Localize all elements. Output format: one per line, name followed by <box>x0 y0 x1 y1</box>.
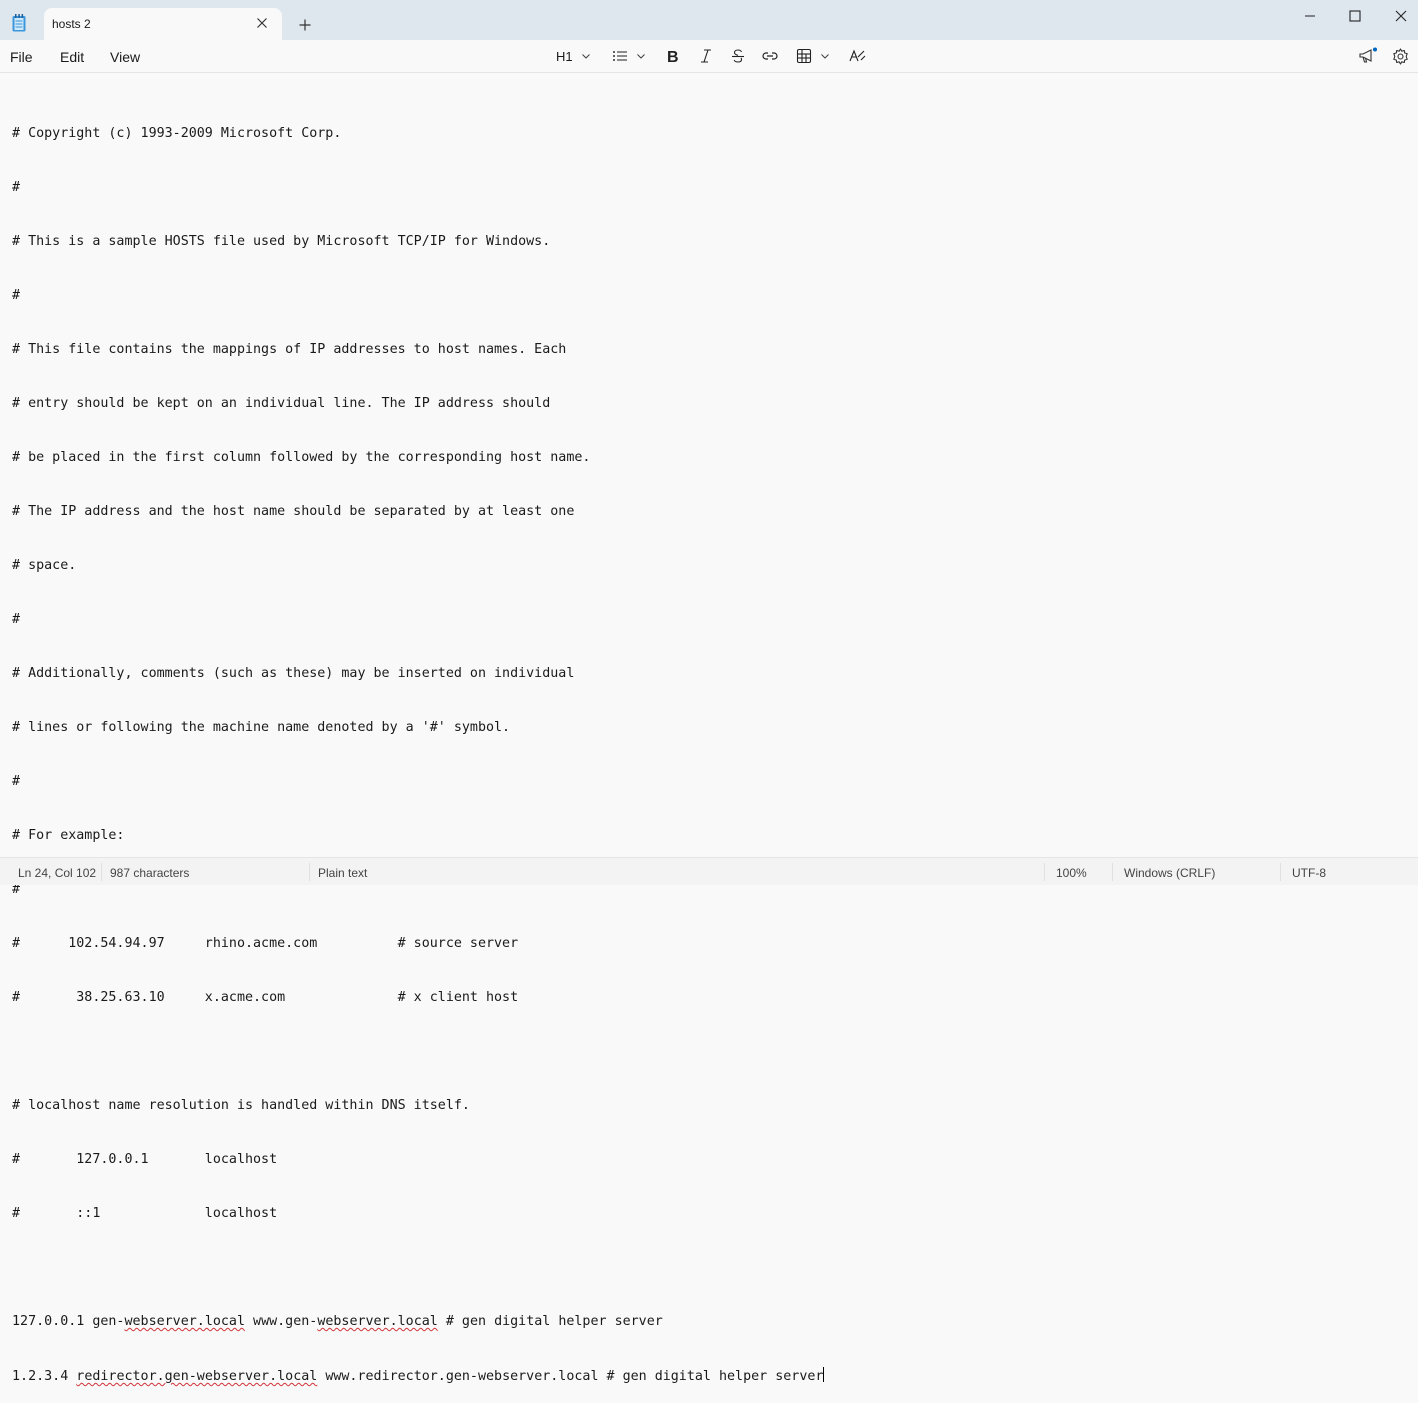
tab-hosts[interactable]: hosts 2 <box>44 8 282 40</box>
close-tab-icon[interactable] <box>256 16 268 28</box>
editor-line: 1.2.3.4 redirector.gen-webserver.local w… <box>12 1367 1412 1385</box>
editor-line: # <box>12 288 21 303</box>
editor-line: # This is a sample HOSTS file used by Mi… <box>12 234 551 249</box>
status-divider <box>309 863 310 881</box>
misspelled-word[interactable]: webserver.local <box>317 1314 438 1329</box>
text-segment: 127.0.0.1 gen- <box>12 1314 125 1329</box>
maximize-button[interactable] <box>1332 0 1378 32</box>
status-divider <box>101 863 102 881</box>
italic-button[interactable] <box>699 40 713 72</box>
text-format[interactable]: Plain text <box>318 866 367 880</box>
settings-icon <box>1393 47 1408 65</box>
editor-line: # 127.0.0.1 localhost <box>12 1152 278 1167</box>
link-icon <box>762 52 778 60</box>
table-icon <box>796 48 812 64</box>
editor-line: # This file contains the mappings of IP … <box>12 342 567 357</box>
notepad-icon <box>12 14 26 32</box>
text-segment: www.gen- <box>245 1314 318 1329</box>
misspelled-word[interactable]: webserver.local <box>124 1314 245 1329</box>
editor-line: # lines or following the machine name de… <box>12 720 511 735</box>
strikethrough-icon <box>732 49 744 63</box>
new-tab-plus-icon[interactable] <box>297 17 313 33</box>
svg-text:B: B <box>667 49 679 64</box>
editor-line: # 102.54.94.97 rhino.acme.com # source s… <box>12 936 519 951</box>
text-segment: 1.2.3.4 <box>12 1369 77 1384</box>
tab-title: hosts 2 <box>52 17 91 31</box>
status-divider <box>1112 863 1113 881</box>
maximize-icon <box>1349 10 1361 22</box>
zoom-level[interactable]: 100% <box>1056 866 1087 880</box>
heading-dropdown[interactable]: H1 <box>556 40 591 72</box>
editor-line: # <box>12 180 21 195</box>
text-editor[interactable]: # Copyright (c) 1993-2009 Microsoft Corp… <box>12 89 1412 1384</box>
minimize-button[interactable] <box>1287 0 1333 32</box>
chevron-down-icon <box>581 54 590 59</box>
clear-formatting-icon <box>849 49 866 62</box>
editor-line: # Copyright (c) 1993-2009 Microsoft Corp… <box>12 126 342 141</box>
close-icon <box>1395 10 1407 22</box>
bold-button[interactable]: B <box>666 40 680 72</box>
editor-line: # <box>12 612 21 627</box>
italic-icon <box>701 49 711 63</box>
title-bar: hosts 2 <box>0 0 1418 40</box>
text-segment: www.redirector.gen-webserver.local # gen… <box>317 1369 824 1384</box>
menu-view[interactable]: View <box>110 49 140 65</box>
text-segment: # gen digital helper server <box>437 1314 663 1329</box>
editor-line: # For example: <box>12 828 125 843</box>
announcement-button[interactable] <box>1358 40 1378 72</box>
list-dropdown[interactable] <box>612 40 646 72</box>
misspelled-word[interactable]: redirector.gen-webserver.local <box>76 1369 317 1384</box>
editor-line: # ::1 localhost <box>12 1206 278 1221</box>
clear-formatting-button[interactable] <box>849 40 867 72</box>
minimize-icon <box>1305 15 1315 17</box>
strikethrough-button[interactable] <box>730 40 746 72</box>
table-dropdown[interactable] <box>796 40 830 72</box>
editor-line: # Additionally, comments (such as these)… <box>12 666 575 681</box>
editor-line: # be placed in the first column followed… <box>12 450 591 465</box>
close-window-button[interactable] <box>1378 0 1418 32</box>
encoding[interactable]: UTF-8 <box>1292 866 1326 880</box>
menu-file[interactable]: File <box>10 49 33 65</box>
list-icon <box>613 51 627 61</box>
status-bar: Ln 24, Col 102 987 characters Plain text… <box>0 857 1418 885</box>
text-caret <box>823 1367 825 1382</box>
character-count: 987 characters <box>110 866 190 880</box>
editor-line: 127.0.0.1 gen-webserver.local www.gen-we… <box>12 1313 1412 1331</box>
editor-line: # space. <box>12 558 77 573</box>
status-divider <box>1280 863 1281 881</box>
announcement-icon <box>1359 47 1377 63</box>
settings-button[interactable] <box>1392 40 1409 72</box>
chevron-down-icon <box>821 54 829 59</box>
cursor-position[interactable]: Ln 24, Col 102 <box>18 866 96 880</box>
menu-edit[interactable]: Edit <box>60 49 84 65</box>
status-divider <box>1044 863 1045 881</box>
editor-line: # <box>12 774 21 789</box>
editor-line: # 38.25.63.10 x.acme.com # x client host <box>12 990 519 1005</box>
menu-bar: File Edit View H1 B <box>0 40 1418 73</box>
editor-line: # entry should be kept on an individual … <box>12 396 551 411</box>
bold-icon: B <box>667 49 679 64</box>
editor-line: # localhost name resolution is handled w… <box>12 1098 470 1113</box>
chevron-down-icon <box>637 54 645 59</box>
line-ending[interactable]: Windows (CRLF) <box>1124 866 1215 880</box>
heading-label: H1 <box>556 48 573 64</box>
editor-line: # The IP address and the host name shoul… <box>12 504 575 519</box>
link-button[interactable] <box>761 40 779 72</box>
